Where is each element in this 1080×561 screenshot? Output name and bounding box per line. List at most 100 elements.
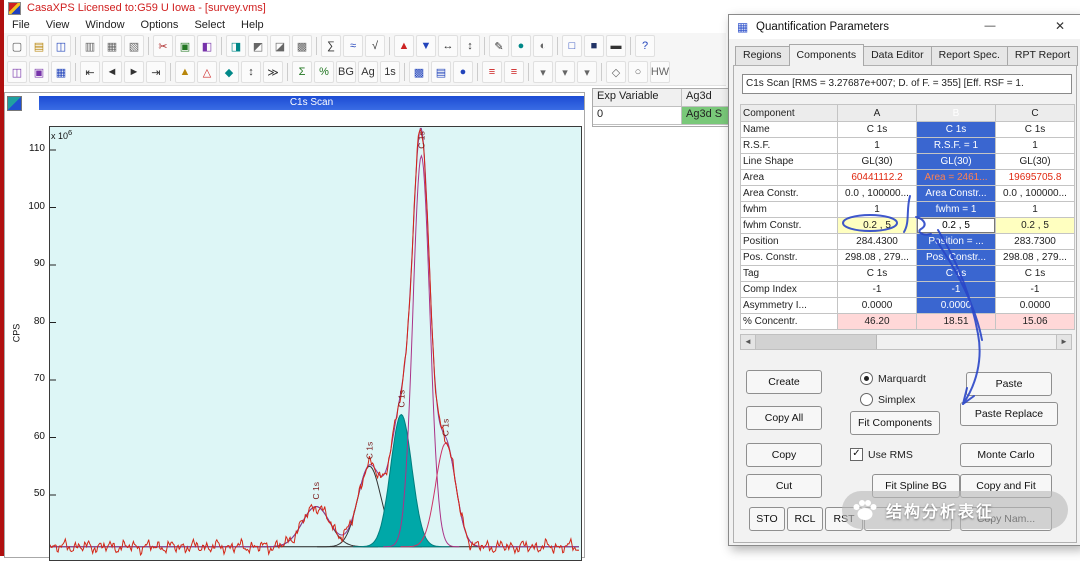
toolbar-icon[interactable]: ≫ (263, 61, 283, 83)
param-cell[interactable]: 60441112.2 (837, 169, 917, 186)
toolbar-icon[interactable]: ■ (584, 35, 604, 57)
menu-help[interactable]: Help (233, 18, 272, 32)
tab-regions[interactable]: Regions (735, 46, 790, 66)
param-cell[interactable]: C 1s (995, 265, 1075, 282)
toolbar-icon[interactable]: ◐ (533, 35, 553, 57)
scrollbar-thumb[interactable] (756, 335, 877, 349)
horizontal-scrollbar[interactable]: ◄ ► (740, 334, 1072, 350)
param-cell[interactable]: R.S.F. = 1 (916, 137, 996, 154)
toolbar-icon[interactable]: ▾ (555, 61, 575, 83)
toolbar-icon[interactable]: ◆ (219, 61, 239, 83)
minimize-button[interactable]: — (975, 15, 1005, 38)
toolbar-icon[interactable]: ≈ (343, 35, 363, 57)
toolbar-icon[interactable]: ? (635, 35, 655, 57)
param-cell[interactable]: GL(30) (995, 153, 1075, 170)
toolbar-icon[interactable]: ⇤ (80, 61, 100, 83)
toolbar-icon[interactable]: Σ (292, 61, 312, 83)
exp-variable-header[interactable]: Exp Variable (593, 89, 682, 107)
header-col-b[interactable]: B (916, 104, 996, 122)
param-cell[interactable]: 0.2 , 5 (916, 217, 996, 234)
param-cell[interactable]: -1 (837, 281, 917, 298)
toolbar-icon[interactable]: ▤ (29, 35, 49, 57)
tab-rpt-report[interactable]: RPT Report (1006, 46, 1079, 66)
header-col-a[interactable]: A (837, 104, 917, 122)
toolbar-icon[interactable]: ◩ (248, 35, 268, 57)
toolbar-icon[interactable]: ▥ (80, 35, 100, 57)
fit-components-button[interactable]: Fit Components (850, 411, 940, 435)
toolbar-icon[interactable]: ◨ (226, 35, 246, 57)
toolbar-icon[interactable]: Ag (358, 61, 378, 83)
menu-options[interactable]: Options (133, 18, 187, 32)
toolbar-icon[interactable]: ◇ (606, 61, 626, 83)
param-cell[interactable]: 298.08 , 279... (837, 249, 917, 266)
toolbar-icon[interactable]: ▲ (175, 61, 195, 83)
toolbar-icon[interactable]: ▲ (394, 35, 414, 57)
sto-button[interactable]: STO (749, 507, 785, 531)
copy-button[interactable]: Copy (746, 443, 822, 467)
menu-file[interactable]: File (4, 18, 38, 32)
param-cell[interactable]: 0.0 , 100000... (837, 185, 917, 202)
tab-report-spec[interactable]: Report Spec. (930, 46, 1008, 66)
toolbar-icon[interactable]: ◫ (51, 35, 71, 57)
param-cell[interactable]: 15.06 (995, 313, 1075, 330)
toolbar-icon[interactable]: □ (562, 35, 582, 57)
dialog-titlebar[interactable]: ▦ Quantification Parameters (729, 15, 1080, 39)
toolbar-icon[interactable]: ◪ (270, 35, 290, 57)
toolbar-icon[interactable]: ► (124, 61, 144, 83)
ag3d-cell[interactable]: Ag3d S (682, 107, 733, 125)
param-cell[interactable]: C 1s (916, 121, 996, 138)
cut-button[interactable]: Cut (746, 474, 822, 498)
scroll-left-arrow-icon[interactable]: ◄ (741, 335, 756, 349)
param-cell[interactable]: 1 (837, 201, 917, 218)
toolbar-icon[interactable]: ▩ (292, 35, 312, 57)
param-cell[interactable]: 19695705.8 (995, 169, 1075, 186)
toolbar-icon[interactable]: % (314, 61, 334, 83)
monte-carlo-button[interactable]: Monte Carlo (960, 443, 1052, 467)
param-cell[interactable]: 0.0000 (916, 297, 996, 314)
param-cell[interactable]: 298.08 , 279... (995, 249, 1075, 266)
param-cell[interactable]: GL(30) (916, 153, 996, 170)
toolbar-icon[interactable]: ↔ (438, 35, 458, 57)
param-cell[interactable]: 283.7300 (995, 233, 1075, 250)
param-cell[interactable]: GL(30) (837, 153, 917, 170)
toolbar-icon[interactable]: √ (365, 35, 385, 57)
toolbar-icon[interactable]: ▤ (431, 61, 451, 83)
param-cell[interactable]: Pos. Constr... (916, 249, 996, 266)
toolbar-icon[interactable]: ▦ (51, 61, 71, 83)
close-button[interactable]: ✕ (1045, 15, 1075, 38)
plot-area[interactable]: C 1s C 1s C 1s C 1s C 1s (49, 126, 582, 561)
menu-window[interactable]: Window (77, 18, 132, 32)
param-cell[interactable]: 1 (837, 137, 917, 154)
paste-button[interactable]: Paste (966, 372, 1052, 396)
simplex-radio[interactable]: Simplex (860, 393, 915, 406)
copy-all-button[interactable]: Copy All (746, 406, 822, 430)
toolbar-icon[interactable]: ▦ (102, 35, 122, 57)
tab-data-editor[interactable]: Data Editor (863, 46, 932, 66)
param-cell[interactable]: -1 (916, 281, 996, 298)
menu-view[interactable]: View (38, 18, 78, 32)
toolbar-icon[interactable]: ▼ (416, 35, 436, 57)
param-cell[interactable]: Area = 2461... (916, 169, 996, 186)
param-cell[interactable]: 18.51 (916, 313, 996, 330)
toolbar-icon[interactable]: ▩ (409, 61, 429, 83)
use-rms-checkbox[interactable]: ✓ Use RMS (850, 448, 913, 461)
scroll-right-arrow-icon[interactable]: ► (1056, 335, 1071, 349)
toolbar-icon[interactable]: ∑ (321, 35, 341, 57)
toolbar-icon[interactable]: ◄ (102, 61, 122, 83)
param-cell[interactable]: Position = ... (916, 233, 996, 250)
toolbar-icon[interactable]: ⇥ (146, 61, 166, 83)
param-cell[interactable]: fwhm = 1 (916, 201, 996, 218)
param-cell[interactable]: 1 (995, 137, 1075, 154)
toolbar-icon[interactable]: ◧ (197, 35, 217, 57)
toolbar-icon[interactable]: ↕ (460, 35, 480, 57)
ag3d-column-header[interactable]: Ag3d (682, 89, 733, 107)
toolbar-icon[interactable]: ● (453, 61, 473, 83)
chart-window-icon[interactable] (7, 96, 22, 111)
header-col-c[interactable]: C (995, 104, 1075, 122)
toolbar-icon[interactable]: ▣ (175, 35, 195, 57)
param-cell[interactable]: C 1s (837, 121, 917, 138)
toolbar-icon[interactable]: △ (197, 61, 217, 83)
param-cell[interactable]: 0.2 , 5 (837, 217, 917, 234)
toolbar-icon[interactable]: ▾ (533, 61, 553, 83)
paste-replace-button[interactable]: Paste Replace (960, 402, 1058, 426)
